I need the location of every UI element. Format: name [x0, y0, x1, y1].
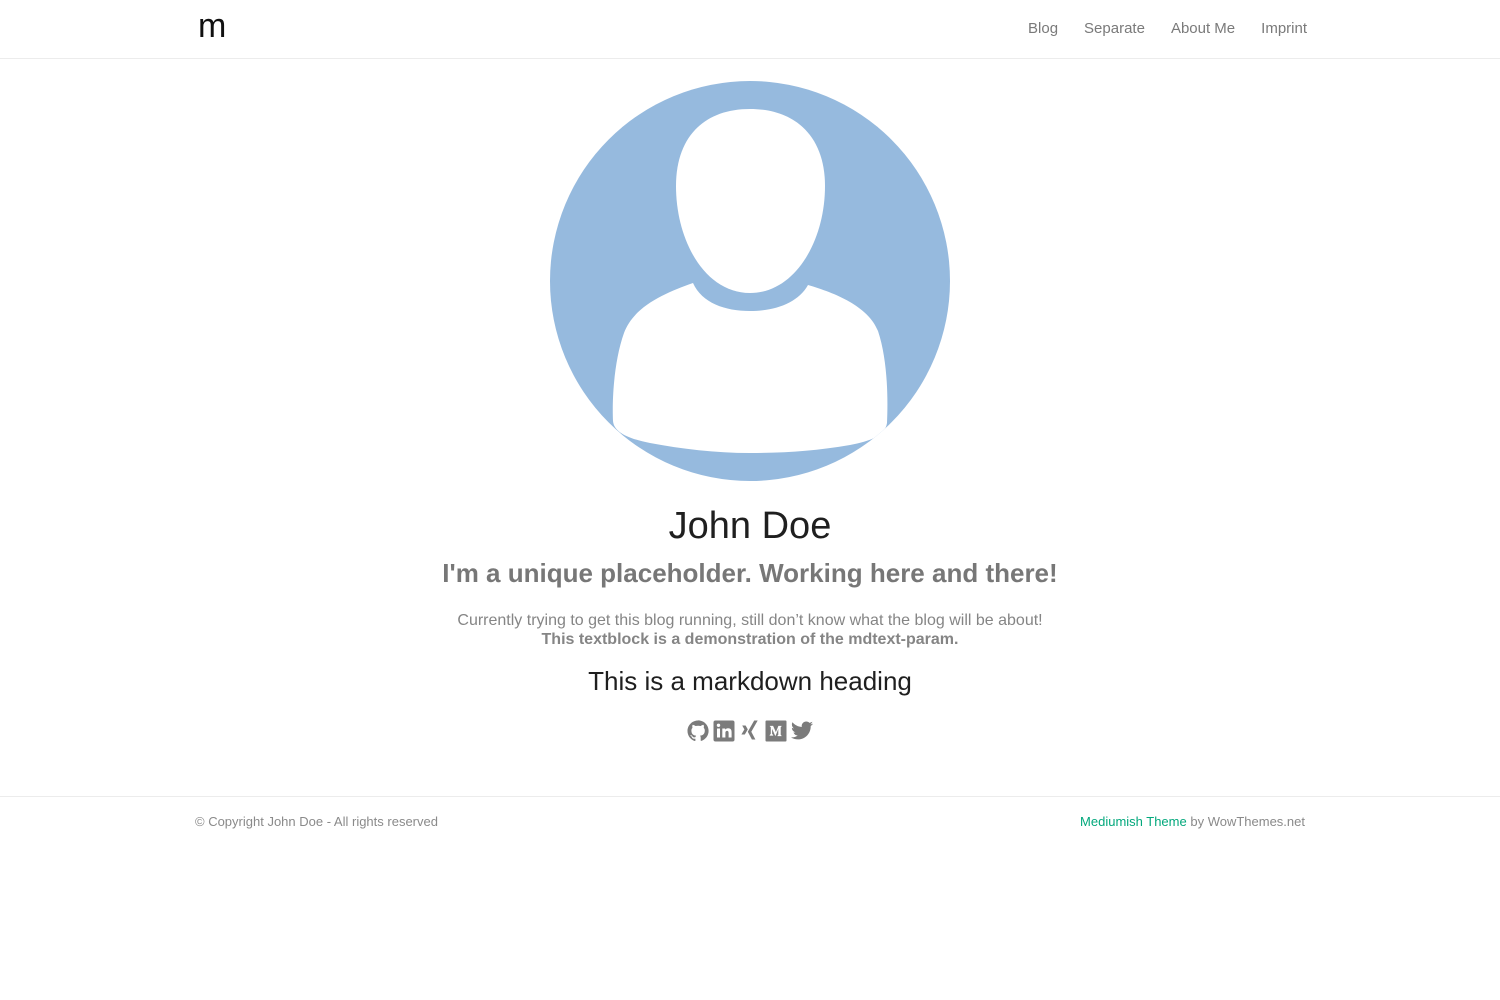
medium-link[interactable] [764, 719, 788, 743]
linkedin-link[interactable] [712, 719, 736, 743]
linkedin-icon [713, 720, 735, 742]
nav-link-blog[interactable]: Blog [1028, 19, 1058, 39]
xing-link[interactable] [738, 719, 762, 743]
twitter-link[interactable] [790, 719, 814, 743]
footer: © Copyright John Doe - All rights reserv… [0, 796, 1500, 856]
xing-icon [741, 720, 758, 740]
user-silhouette-icon [550, 81, 950, 481]
navbar: m Blog Separate About Me Imprint [0, 0, 1500, 59]
nav-menu: Blog Separate About Me Imprint [1028, 19, 1307, 39]
profile-description: Currently trying to get this blog runnin… [0, 611, 1500, 649]
credit-by-text: by WowThemes.net [1186, 814, 1305, 829]
github-link[interactable] [686, 719, 710, 743]
profile-section: John Doe I'm a unique placeholder. Worki… [0, 59, 1500, 796]
theme-link[interactable]: Mediumish Theme [1080, 814, 1187, 829]
twitter-icon [791, 721, 813, 740]
profile-tagline: I'm a unique placeholder. Working here a… [442, 558, 1058, 588]
github-icon [687, 720, 709, 742]
brand-logo[interactable]: m [198, 6, 226, 46]
description-line: Currently trying to get this blog runnin… [457, 612, 1043, 629]
avatar [550, 81, 950, 481]
description-bold-line: This textblock is a demonstration of the… [541, 631, 959, 648]
nav-link-separate[interactable]: Separate [1084, 19, 1145, 39]
medium-icon [765, 720, 787, 742]
social-links [0, 719, 1500, 743]
profile-name: John Doe [668, 505, 832, 547]
markdown-heading: This is a markdown heading [588, 666, 912, 696]
theme-credit: Mediumish Theme by WowThemes.net [1080, 814, 1305, 829]
nav-link-about-me[interactable]: About Me [1171, 19, 1235, 39]
nav-link-imprint[interactable]: Imprint [1261, 19, 1307, 39]
copyright-text: © Copyright John Doe - All rights reserv… [195, 814, 438, 829]
